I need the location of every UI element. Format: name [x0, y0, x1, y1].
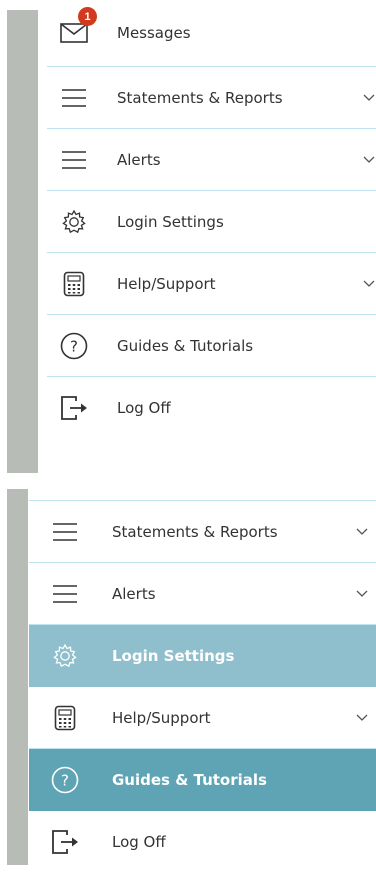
menu-lines-icon [57, 81, 91, 115]
question-circle-icon: ? [48, 763, 82, 797]
menu-item-help-support[interactable]: Help/Support [47, 253, 376, 315]
message-count-badge: 1 [78, 7, 97, 26]
menu-lines-icon [57, 143, 91, 177]
menu-item-log-off[interactable]: Log Off [29, 811, 376, 873]
bottom-menu: Statements & Reports Alerts Login Settin… [29, 501, 376, 873]
menu-item-label: Alerts [117, 150, 161, 169]
logout-icon [57, 391, 91, 425]
menu-item-label: Help/Support [112, 708, 211, 727]
bottom-menu-panel: Statements & Reports Alerts Login Settin… [29, 500, 376, 869]
menu-item-label: Messages [117, 24, 191, 42]
menu-item-help-support[interactable]: Help/Support [29, 687, 376, 749]
left-strip-bottom [7, 489, 28, 865]
menu-item-label: Log Off [117, 399, 171, 417]
gear-icon [57, 205, 91, 239]
chevron-down-icon[interactable] [355, 711, 369, 725]
chevron-down-icon[interactable] [362, 153, 376, 167]
logout-icon [48, 825, 82, 859]
gear-icon [48, 639, 82, 673]
menu-item-login-settings[interactable]: Login Settings [47, 191, 376, 253]
menu-lines-icon [48, 577, 82, 611]
menu-item-label: Log Off [112, 833, 166, 851]
menu-item-label: Guides & Tutorials [112, 770, 267, 789]
menu-item-label: Statements & Reports [112, 522, 278, 541]
menu-item-guides-tutorials[interactable]: ? Guides & Tutorials [29, 749, 376, 811]
svg-text:?: ? [70, 337, 78, 355]
menu-item-label: Login Settings [117, 212, 224, 231]
svg-text:?: ? [61, 771, 69, 789]
left-strip-top [7, 10, 38, 473]
menu-item-guides-tutorials[interactable]: ? Guides & Tutorials [47, 315, 376, 377]
calculator-icon [48, 701, 82, 735]
menu-item-label: Help/Support [117, 274, 216, 293]
menu-item-alerts[interactable]: Alerts [47, 129, 376, 191]
menu-item-messages[interactable]: 1 Messages [47, 0, 376, 67]
chevron-down-icon[interactable] [362, 91, 376, 105]
calculator-icon [57, 267, 91, 301]
menu-item-label: Guides & Tutorials [117, 336, 254, 355]
menu-item-label: Login Settings [112, 646, 235, 665]
menu-item-statements-reports[interactable]: Statements & Reports [29, 501, 376, 563]
top-menu: 1 Messages Statements & Reports Alerts L… [47, 0, 376, 439]
menu-item-login-settings[interactable]: Login Settings [29, 625, 376, 687]
menu-item-label: Alerts [112, 584, 156, 603]
chevron-down-icon[interactable] [362, 277, 376, 291]
menu-lines-icon [48, 515, 82, 549]
menu-item-log-off[interactable]: Log Off [47, 377, 376, 439]
menu-item-label: Statements & Reports [117, 88, 283, 107]
mail-icon: 1 [57, 7, 97, 50]
menu-item-statements-reports[interactable]: Statements & Reports [47, 67, 376, 129]
menu-item-alerts[interactable]: Alerts [29, 563, 376, 625]
question-circle-icon: ? [57, 329, 91, 363]
chevron-down-icon[interactable] [355, 525, 369, 539]
top-menu-panel: 1 Messages Statements & Reports Alerts L… [47, 0, 376, 480]
chevron-down-icon[interactable] [355, 587, 369, 601]
